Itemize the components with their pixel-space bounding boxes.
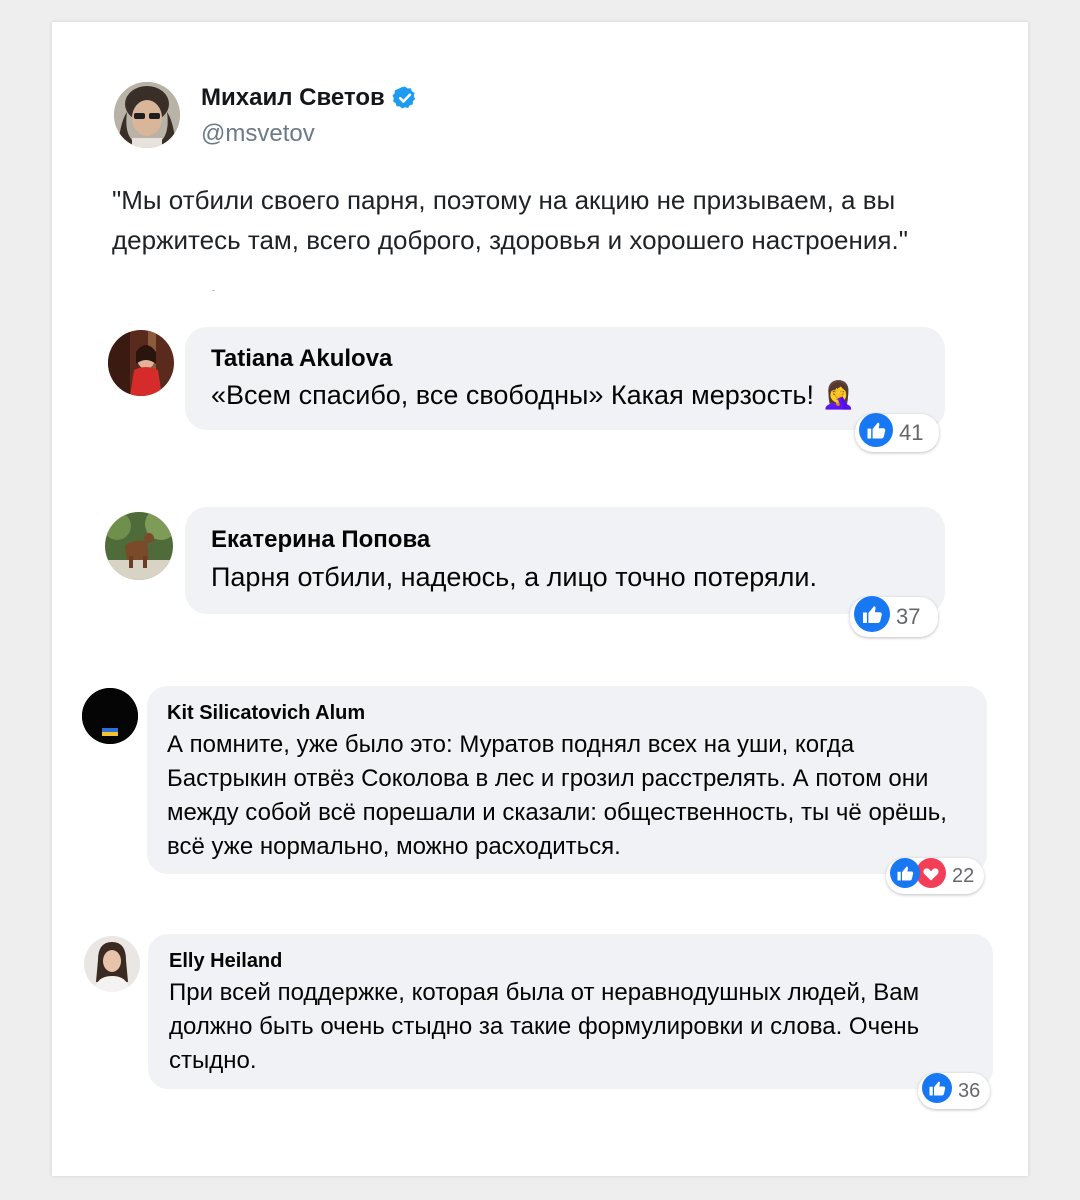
verified-badge-icon bbox=[392, 85, 418, 111]
love-heart-icon bbox=[916, 858, 946, 894]
reaction-count: 22 bbox=[952, 864, 975, 887]
comment-bubble: Elly Heiland При всей поддержке, которая… bbox=[148, 934, 993, 1089]
reaction-count: 37 bbox=[896, 604, 921, 629]
comment-text: А помните, уже было это: Муратов поднял … bbox=[167, 731, 947, 860]
divider-dot bbox=[212, 290, 215, 291]
commenter-name[interactable]: Elly Heiland bbox=[169, 948, 972, 974]
post-card: Михаил Светов @msvetov "Мы отбили своего… bbox=[52, 22, 1028, 1176]
reaction-count: 36 bbox=[958, 1079, 981, 1102]
commenter-avatar[interactable] bbox=[108, 330, 174, 396]
comment-text: При всей поддержке, которая была от нера… bbox=[169, 979, 920, 1074]
like-thumb-icon bbox=[859, 413, 893, 453]
author-avatar[interactable] bbox=[114, 82, 180, 148]
commenter-name[interactable]: Kit Silicatovich Alum bbox=[167, 700, 967, 726]
comment-bubble: Kit Silicatovich Alum А помните, уже был… bbox=[147, 686, 987, 874]
commenter-name[interactable]: Tatiana Akulova bbox=[211, 345, 919, 373]
author-name[interactable]: Михаил Светов bbox=[201, 84, 418, 112]
author-name-text: Михаил Светов bbox=[201, 84, 385, 111]
reaction-badge[interactable]: 22 bbox=[886, 858, 984, 894]
comment-text: «Всем спасибо, все свободны» Какая мерзо… bbox=[211, 380, 856, 410]
comment-bubble: Екатерина Попова Парня отбили, надеюсь, … bbox=[185, 507, 945, 614]
commenter-avatar[interactable] bbox=[82, 688, 138, 744]
reaction-count: 41 bbox=[899, 420, 924, 445]
reaction-badge[interactable]: 37 bbox=[850, 596, 938, 638]
comment-bubble: Tatiana Akulova «Всем спасибо, все свобо… bbox=[185, 327, 945, 430]
comment-text: Парня отбили, надеюсь, а лицо точно поте… bbox=[211, 562, 817, 592]
commenter-avatar[interactable] bbox=[105, 512, 173, 580]
post-text: "Мы отбили своего парня, поэтому на акци… bbox=[112, 185, 908, 255]
reaction-badge[interactable]: 36 bbox=[918, 1073, 990, 1109]
commenter-avatar[interactable] bbox=[84, 936, 140, 992]
like-thumb-icon bbox=[890, 858, 920, 894]
author-handle[interactable]: @msvetov bbox=[201, 120, 315, 148]
commenter-name[interactable]: Екатерина Попова bbox=[211, 525, 919, 555]
reaction-badge[interactable]: 41 bbox=[855, 413, 939, 453]
like-thumb-icon bbox=[922, 1073, 952, 1109]
like-thumb-icon bbox=[854, 596, 890, 638]
